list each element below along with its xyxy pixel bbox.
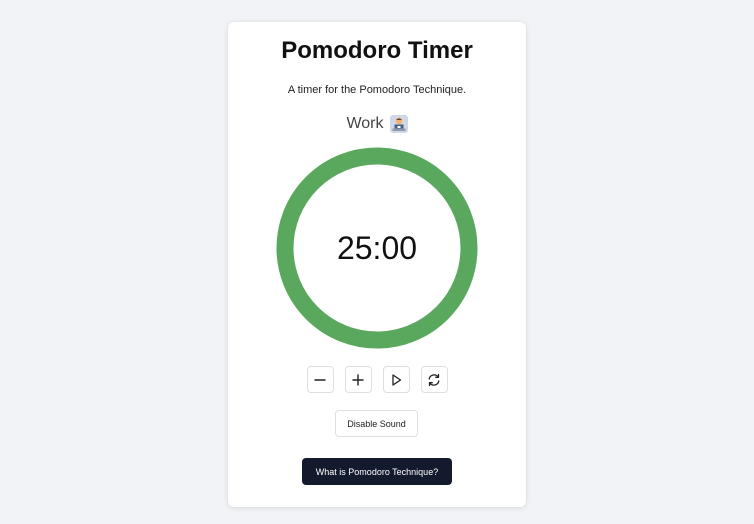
play-icon (392, 373, 402, 386)
mode-label: Work (346, 115, 384, 132)
timer-ring: 25:00 (275, 146, 479, 350)
page-subtitle: A timer for the Pomodoro Technique. (287, 84, 467, 96)
person-at-laptop-icon (389, 115, 408, 133)
increase-time-button[interactable] (344, 366, 372, 393)
minus-icon (314, 378, 326, 381)
plus-icon (352, 373, 364, 386)
decrease-time-button[interactable] (306, 366, 334, 393)
reset-button[interactable] (420, 366, 448, 393)
refresh-icon (428, 373, 440, 386)
pomodoro-info-button[interactable]: What is Pomodoro Technique? (302, 458, 452, 485)
timer-card: Pomodoro Timer A timer for the Pomodoro … (228, 22, 526, 507)
page-title: Pomodoro Timer (281, 37, 473, 64)
start-button[interactable] (382, 366, 410, 393)
time-display: 25:00 (336, 229, 418, 266)
disable-sound-button[interactable]: Disable Sound (335, 410, 418, 437)
mode-indicator: Work (228, 115, 526, 133)
timer-controls (228, 366, 526, 393)
